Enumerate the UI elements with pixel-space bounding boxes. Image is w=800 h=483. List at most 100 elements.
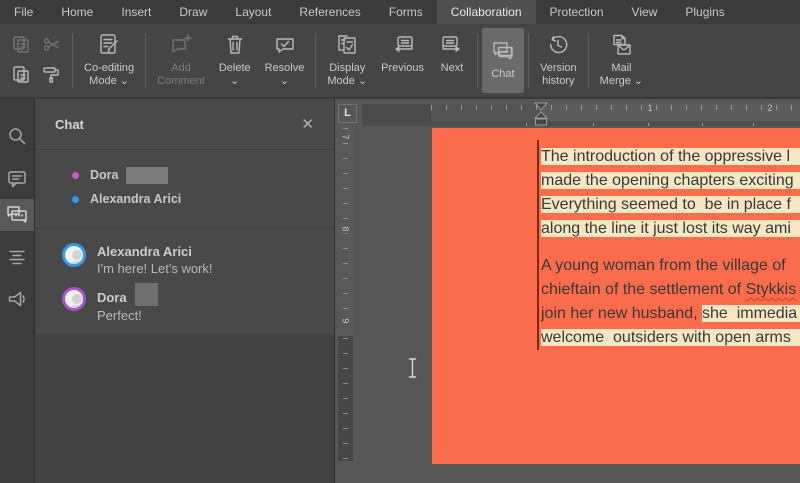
document-page[interactable]: The introduction of the oppressive l mad… xyxy=(432,128,800,464)
toolbar: Co-editing Mode ⌄ Add Comment Delete ⌄ R… xyxy=(0,24,800,99)
menu-tab-protection[interactable]: Protection xyxy=(536,0,618,24)
toolbar-divider xyxy=(145,33,147,88)
sidebar-comments-button[interactable] xyxy=(0,163,34,195)
toolbar-divider xyxy=(587,33,589,88)
chat-button[interactable]: Chat xyxy=(481,28,524,93)
message-author: Dora xyxy=(97,283,158,306)
add-comment-button[interactable]: Add Comment xyxy=(150,24,212,97)
chat-panel: Chat ✕ Dora Alexandra Arici Alexandra Ar… xyxy=(35,99,335,483)
search-icon xyxy=(9,128,26,145)
tab-stop-mark xyxy=(753,123,754,126)
plain-text[interactable]: chieftain of the settlement of xyxy=(541,281,746,298)
mail-merge-label2: Merge ⌄ xyxy=(599,74,644,87)
text-cursor-icon xyxy=(408,358,417,378)
resolve-icon xyxy=(275,38,294,53)
message-text: I'm here! Let's work! xyxy=(97,261,213,276)
previous-button[interactable]: Previous xyxy=(374,24,431,97)
menu-tab-collaboration[interactable]: Collaboration xyxy=(436,0,536,24)
message-text: Perfect! xyxy=(97,308,142,323)
menu-tab-draw[interactable]: Draw xyxy=(165,0,221,24)
participant-color-dot xyxy=(72,171,79,179)
toolbar-divider xyxy=(476,33,478,88)
ruler-outside-segment xyxy=(362,104,431,121)
vertical-ruler[interactable]: 7 8 9 xyxy=(338,128,353,461)
text-line[interactable]: Everything seemed to be in place f xyxy=(541,193,800,217)
plain-text[interactable]: join her new husband, xyxy=(541,305,702,322)
version-history-button[interactable]: Version history xyxy=(533,24,584,97)
mail-merge-button[interactable]: Mail Merge ⌄ xyxy=(593,24,650,97)
mail-merge-label: Mail xyxy=(611,62,632,74)
next-button[interactable]: Next xyxy=(431,24,473,97)
menu-tab-references[interactable]: References xyxy=(285,0,374,24)
delete-button[interactable]: Delete ⌄ xyxy=(212,24,258,97)
left-sidebar xyxy=(0,99,35,483)
resolve-caret: ⌄ xyxy=(279,74,290,87)
tab-stop-mark xyxy=(648,123,649,126)
indent-marker-handle[interactable] xyxy=(534,102,548,127)
sidebar-navigation-button[interactable] xyxy=(0,241,34,273)
copy-button[interactable] xyxy=(6,30,36,60)
menu-tab-forms[interactable]: Forms xyxy=(375,0,437,24)
paste-button[interactable] xyxy=(6,60,36,90)
text-line[interactable]: along the line it just lost its way ami xyxy=(541,217,800,241)
highlighted-text[interactable]: made the opening chapters exciting xyxy=(541,172,800,189)
next-label: Next xyxy=(440,62,464,74)
menu-tab-layout[interactable]: Layout xyxy=(221,0,285,24)
chat-label: Chat xyxy=(491,68,515,80)
copy-icon xyxy=(12,36,29,53)
coediting-mode-icon xyxy=(100,34,118,54)
chat-messages: Alexandra Arici I'm here! Let's work! Do… xyxy=(35,229,334,334)
text-line[interactable]: made the opening chapters exciting xyxy=(541,169,800,193)
toolbar-divider xyxy=(527,33,529,88)
coediting-mode-button[interactable]: Co-editing Mode ⌄ xyxy=(77,24,141,97)
text-line[interactable]: A young woman from the village of xyxy=(541,254,800,278)
menu-tab-view[interactable]: View xyxy=(618,0,672,24)
previous-label: Previous xyxy=(381,62,424,74)
chat-panel-header: Chat ✕ xyxy=(35,99,334,150)
message-author-name: Dora xyxy=(97,289,127,305)
highlighted-text[interactable]: Everything seemed to be in place f xyxy=(541,196,800,213)
tab-stop-mark xyxy=(593,123,594,126)
message-author-name: Alexandra Arici xyxy=(97,244,192,259)
headings-list-icon xyxy=(9,250,25,265)
plain-text[interactable]: A young woman from the village of xyxy=(541,257,790,274)
highlighted-text[interactable]: The introduction of the oppressive l xyxy=(541,148,800,165)
sidebar-chat-button[interactable] xyxy=(0,199,34,231)
add-comment-label2: Comment xyxy=(157,74,205,87)
ruler-number-9: 9 xyxy=(340,316,351,326)
close-icon[interactable]: ✕ xyxy=(299,115,316,134)
coediting-mode-label2: Mode ⌄ xyxy=(89,74,129,87)
participant-dora: Dora xyxy=(72,163,334,187)
participant-name: Alexandra Arici xyxy=(90,192,182,206)
ruler-number-1: 1 xyxy=(645,103,655,113)
display-mode-button[interactable]: Display Mode ⌄ xyxy=(320,24,374,97)
format-painter-button[interactable] xyxy=(36,60,66,90)
comments-icon xyxy=(8,171,26,188)
chat-message: Dora Perfect! xyxy=(62,283,334,323)
text-line[interactable]: join her new husband, she immedia xyxy=(541,302,800,326)
resolve-button[interactable]: Resolve ⌄ xyxy=(258,24,312,97)
menu-tab-insert[interactable]: Insert xyxy=(107,0,165,24)
highlighted-text[interactable]: she immedia xyxy=(702,305,800,322)
trash-icon xyxy=(227,35,242,54)
participant-alexandra: Alexandra Arici xyxy=(72,187,334,211)
add-comment-label: Add xyxy=(171,62,191,74)
ruler-ticks xyxy=(343,128,348,461)
menu-tab-home[interactable]: Home xyxy=(47,0,107,24)
highlighted-text[interactable]: welcome outsiders with open arms xyxy=(541,329,800,346)
display-mode-icon xyxy=(338,35,356,54)
message-content: Dora Perfect! xyxy=(97,283,158,323)
scissors-icon xyxy=(43,38,59,51)
menu-tab-file[interactable]: File xyxy=(0,0,47,24)
text-line[interactable]: chieftain of the settlement of Stykkis xyxy=(541,278,800,302)
menu-tab-plugins[interactable]: Plugins xyxy=(671,0,738,24)
text-line[interactable]: The introduction of the oppressive l xyxy=(541,145,800,169)
highlighted-text[interactable]: along the line it just lost its way ami xyxy=(541,220,800,237)
sidebar-feedback-button[interactable] xyxy=(0,283,34,315)
tab-selector-button[interactable]: L xyxy=(338,104,357,123)
cut-button[interactable] xyxy=(36,30,66,60)
sidebar-search-button[interactable] xyxy=(0,120,34,152)
text-line[interactable]: welcome outsiders with open arms xyxy=(541,326,800,350)
misspelled-word[interactable]: Stykkis xyxy=(746,281,797,298)
